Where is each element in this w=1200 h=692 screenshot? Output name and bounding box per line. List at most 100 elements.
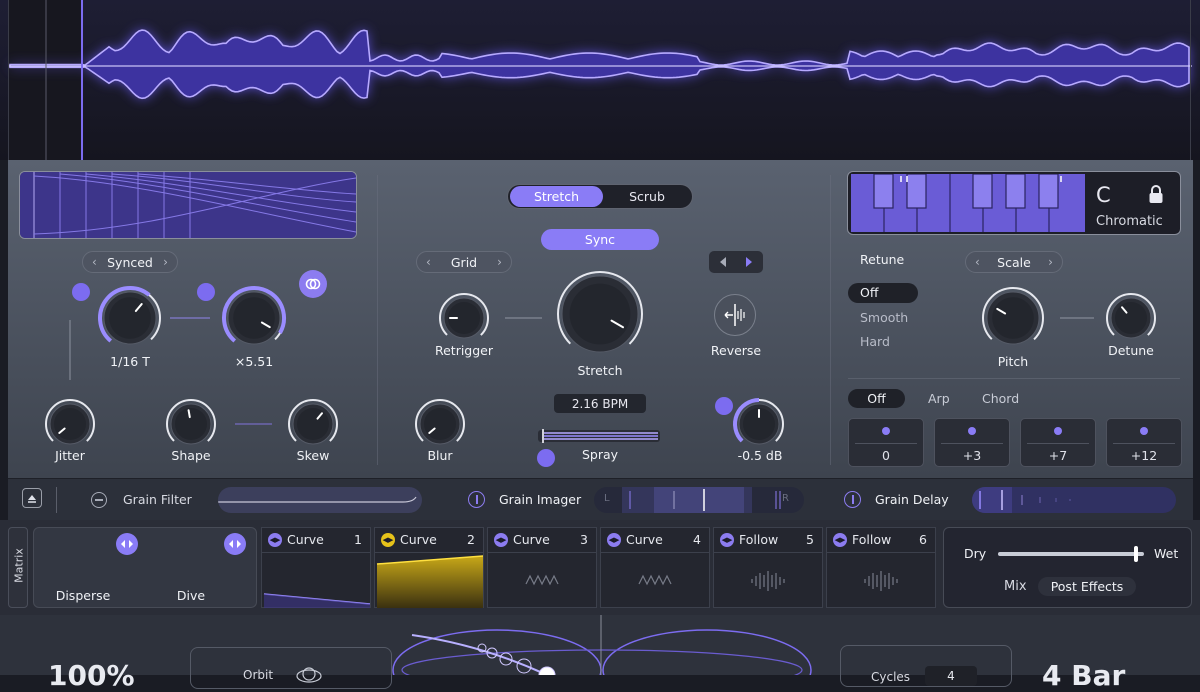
mod-source-icon[interactable] xyxy=(72,283,90,301)
chevron-left-icon[interactable]: ‹ xyxy=(975,255,980,269)
reverse-icon[interactable] xyxy=(714,294,756,336)
modulator-name: Curve xyxy=(400,532,437,547)
grain-delay-display[interactable] xyxy=(972,487,1176,513)
grain-filter-toggle-icon[interactable] xyxy=(91,492,107,508)
mod-source-icon[interactable] xyxy=(715,397,733,415)
mod-assign-icon[interactable] xyxy=(224,533,246,555)
grain-delay-toggle-icon[interactable] xyxy=(844,491,861,508)
retune-hard[interactable]: Hard xyxy=(860,334,890,349)
retrigger-label: Retrigger xyxy=(434,343,494,358)
pitch-label: Pitch xyxy=(997,354,1029,369)
envelope-follower-icon xyxy=(751,571,785,591)
grain-filter-label[interactable]: Grain Filter xyxy=(123,492,192,507)
bpm-display[interactable]: 2.16 BPM xyxy=(554,394,646,413)
modulator-slot[interactable]: ◀▶ Curve 1 xyxy=(261,527,371,608)
mod-source-icon[interactable] xyxy=(197,283,215,301)
modulator-header[interactable]: ◀▶ Follow 6 xyxy=(827,528,935,553)
chevron-right-icon[interactable]: › xyxy=(497,255,502,269)
post-effects-button[interactable]: Post Effects xyxy=(1038,577,1136,596)
rate-value: 1/16 T xyxy=(110,354,150,369)
interval-value: +3 xyxy=(962,448,982,463)
tab-scrub[interactable]: Scrub xyxy=(603,186,691,207)
percent-readout: 100% xyxy=(48,659,135,692)
interval-slot[interactable]: +12 xyxy=(1106,418,1182,467)
mix-slider[interactable] xyxy=(998,546,1144,562)
interval-dot xyxy=(882,427,890,435)
sync-button[interactable]: Sync xyxy=(541,229,659,250)
grain-filter-display[interactable] xyxy=(218,487,422,513)
chord-arp[interactable]: Arp xyxy=(928,391,950,406)
retune-smooth[interactable]: Smooth xyxy=(860,310,908,325)
grain-imager-label[interactable]: Grain Imager xyxy=(499,492,581,507)
mod-drag-icon[interactable]: ◀▶ xyxy=(268,533,282,547)
mod-assign-icon[interactable] xyxy=(116,533,138,555)
modulator-number: 6 xyxy=(919,532,927,547)
modulator-header[interactable]: ◀▶ Curve 4 xyxy=(601,528,709,553)
grain-shape-display[interactable] xyxy=(19,171,357,239)
modulator-slot[interactable]: ◀▶ Curve 4 xyxy=(600,527,710,608)
orbit-panel: Orbit xyxy=(190,647,392,689)
matrix-tab[interactable]: Matrix xyxy=(8,527,28,608)
lock-icon[interactable] xyxy=(1148,184,1164,208)
orbit-icon[interactable] xyxy=(295,664,323,688)
pitch-keyboard-display[interactable]: C Chromatic xyxy=(847,171,1181,235)
chevron-right-icon[interactable]: › xyxy=(1048,255,1053,269)
chevron-right-icon[interactable]: › xyxy=(163,255,168,269)
interval-value: +12 xyxy=(1130,448,1158,463)
sync-mode-selector[interactable]: ‹ Synced › xyxy=(82,251,178,273)
mod-drag-icon[interactable]: ◀▶ xyxy=(607,533,621,547)
orbit-display[interactable] xyxy=(392,615,812,675)
chord-off[interactable]: Off xyxy=(848,389,905,408)
mod-drag-icon[interactable]: ◀▶ xyxy=(381,533,395,547)
retune-off[interactable]: Off xyxy=(848,283,918,303)
modulator-header[interactable]: ◀▶ Follow 5 xyxy=(714,528,822,553)
grid-selector[interactable]: ‹ Grid › xyxy=(416,251,512,273)
mix-panel: Dry Wet Mix Post Effects xyxy=(943,527,1192,608)
mod-source-icon[interactable] xyxy=(537,449,555,467)
dry-label: Dry xyxy=(964,546,987,561)
interval-value: +7 xyxy=(1048,448,1068,463)
modulator-header[interactable]: ◀▶ Curve 2 xyxy=(375,528,483,553)
modulator-name: Curve xyxy=(626,532,663,547)
chevron-left-icon[interactable]: ‹ xyxy=(426,255,431,269)
dive-label: Dive xyxy=(176,588,206,603)
detune-label: Detune xyxy=(1108,343,1154,358)
interval-slot[interactable]: 0 xyxy=(848,418,924,467)
mod-drag-icon[interactable]: ◀▶ xyxy=(720,533,734,547)
modulator-number: 3 xyxy=(580,532,588,547)
interval-slot[interactable]: +3 xyxy=(934,418,1010,467)
fx-strip: Grain Filter Grain Imager L R Grain Dela… xyxy=(8,478,1193,521)
collapse-button[interactable] xyxy=(22,488,42,508)
scale-selector[interactable]: ‹ Scale › xyxy=(965,251,1063,273)
tab-stretch[interactable]: Stretch xyxy=(510,186,603,207)
mod-drag-icon[interactable]: ◀▶ xyxy=(833,533,847,547)
cycles-value[interactable]: 4 xyxy=(925,666,977,686)
grain-imager-toggle-icon[interactable] xyxy=(468,491,485,508)
blur-label: Blur xyxy=(427,448,453,463)
chevron-left-icon[interactable]: ‹ xyxy=(92,255,97,269)
mod-drag-icon[interactable]: ◀▶ xyxy=(494,533,508,547)
modulator-slot[interactable]: ◀▶ Follow 6 xyxy=(826,527,936,608)
orbit-section: 100% Orbit Cycles 4 4 Bar xyxy=(0,615,1200,692)
key-label: C xyxy=(1096,183,1111,207)
chord-chord[interactable]: Chord xyxy=(982,391,1019,406)
envelope-follower-icon xyxy=(864,571,898,591)
mix-slider-handle[interactable] xyxy=(1134,546,1139,562)
modulator-name: Follow xyxy=(852,532,892,547)
grain-delay-label[interactable]: Grain Delay xyxy=(875,492,949,507)
link-icon[interactable] xyxy=(299,270,327,298)
spray-label: Spray xyxy=(581,447,619,462)
spray-slider[interactable] xyxy=(538,428,660,444)
modulator-header[interactable]: ◀▶ Curve 1 xyxy=(262,528,370,553)
grain-imager-display[interactable]: L R xyxy=(594,487,804,513)
waveform-display[interactable] xyxy=(0,0,1200,160)
modulator-header[interactable]: ◀▶ Curve 3 xyxy=(488,528,596,553)
modulator-slot[interactable]: ◀▶ Curve 2 xyxy=(374,527,484,608)
direction-toggle[interactable] xyxy=(709,251,763,273)
modulator-slot[interactable]: ◀▶ Follow 5 xyxy=(713,527,823,608)
shape-label: Shape xyxy=(171,448,211,463)
interval-slot[interactable]: +7 xyxy=(1020,418,1096,467)
mix-label: Mix xyxy=(1004,579,1027,594)
modulator-slot[interactable]: ◀▶ Curve 3 xyxy=(487,527,597,608)
retune-options: Off Smooth Hard xyxy=(848,283,920,355)
